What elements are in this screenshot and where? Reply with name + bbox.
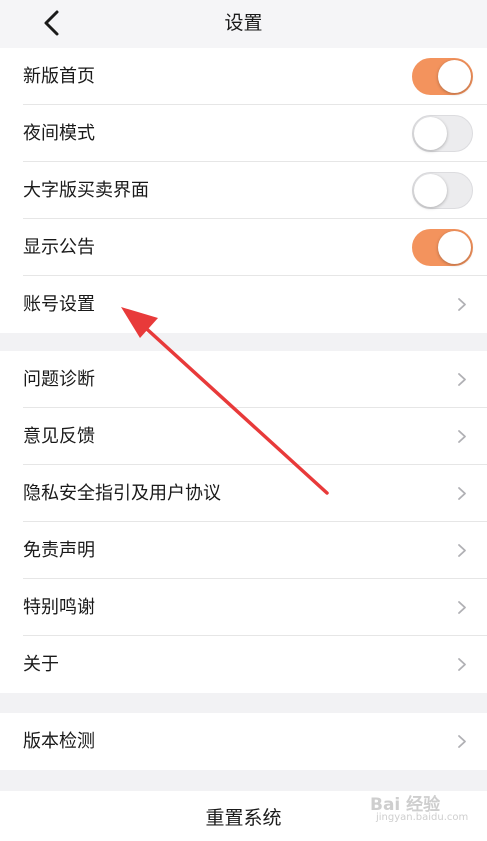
row-feedback[interactable]: 意见反馈 — [0, 408, 487, 465]
row-acknowledgements[interactable]: 特别鸣谢 — [0, 579, 487, 636]
chevron-right-icon — [458, 601, 466, 614]
chevron-right-icon — [458, 298, 466, 311]
chevron-right-icon — [458, 487, 466, 500]
chevron-right-icon — [458, 658, 466, 671]
row-privacy-agreement[interactable]: 隐私安全指引及用户协议 — [0, 465, 487, 522]
row-about[interactable]: 关于 — [0, 636, 487, 693]
toggle-knob — [438, 60, 471, 93]
large-font-trade-toggle[interactable] — [412, 172, 473, 209]
page-title: 设置 — [224, 12, 263, 34]
chevron-right-icon — [458, 430, 466, 443]
row-problem-diagnosis[interactable]: 问题诊断 — [0, 351, 487, 408]
toggle-knob — [438, 231, 471, 264]
settings-group-version: 版本检测 — [0, 713, 487, 770]
row-version-check[interactable]: 版本检测 — [0, 713, 487, 770]
row-label: 版本检测 — [23, 731, 95, 752]
row-label: 隐私安全指引及用户协议 — [23, 483, 221, 504]
row-label: 问题诊断 — [23, 369, 95, 390]
row-night-mode: 夜间模式 — [0, 105, 487, 162]
row-label: 夜间模式 — [23, 123, 95, 144]
chevron-right-icon — [458, 373, 466, 386]
row-label: 特别鸣谢 — [23, 597, 95, 618]
row-label: 显示公告 — [23, 237, 95, 258]
new-homepage-toggle[interactable] — [412, 58, 473, 95]
watermark-url: jingyan.baidu.com — [376, 812, 469, 823]
row-large-font-trade: 大字版买卖界面 — [0, 162, 487, 219]
row-account-settings[interactable]: 账号设置 — [0, 276, 487, 333]
row-label: 意见反馈 — [23, 426, 95, 447]
settings-group-support: 问题诊断 意见反馈 隐私安全指引及用户协议 免责声明 特别鸣谢 关于 — [0, 351, 487, 693]
baidu-jingyan-watermark: Bai 经验 jingyan.baidu.com — [370, 790, 470, 830]
night-mode-toggle[interactable] — [412, 115, 473, 152]
chevron-right-icon — [458, 544, 466, 557]
row-show-announcement: 显示公告 — [0, 219, 487, 276]
toggle-knob — [414, 117, 447, 150]
toggle-knob — [414, 174, 447, 207]
row-label: 免责声明 — [23, 540, 95, 561]
settings-group-display: 新版首页 夜间模式 大字版买卖界面 显示公告 账号设置 — [0, 48, 487, 333]
show-announcement-toggle[interactable] — [412, 229, 473, 266]
nav-bar: 设置 — [0, 0, 487, 48]
chevron-right-icon — [458, 735, 466, 748]
row-disclaimer[interactable]: 免责声明 — [0, 522, 487, 579]
row-new-homepage: 新版首页 — [0, 48, 487, 105]
row-label: 新版首页 — [23, 66, 95, 87]
row-label: 关于 — [23, 654, 59, 675]
row-label: 账号设置 — [23, 294, 95, 315]
row-label: 大字版买卖界面 — [23, 180, 149, 201]
